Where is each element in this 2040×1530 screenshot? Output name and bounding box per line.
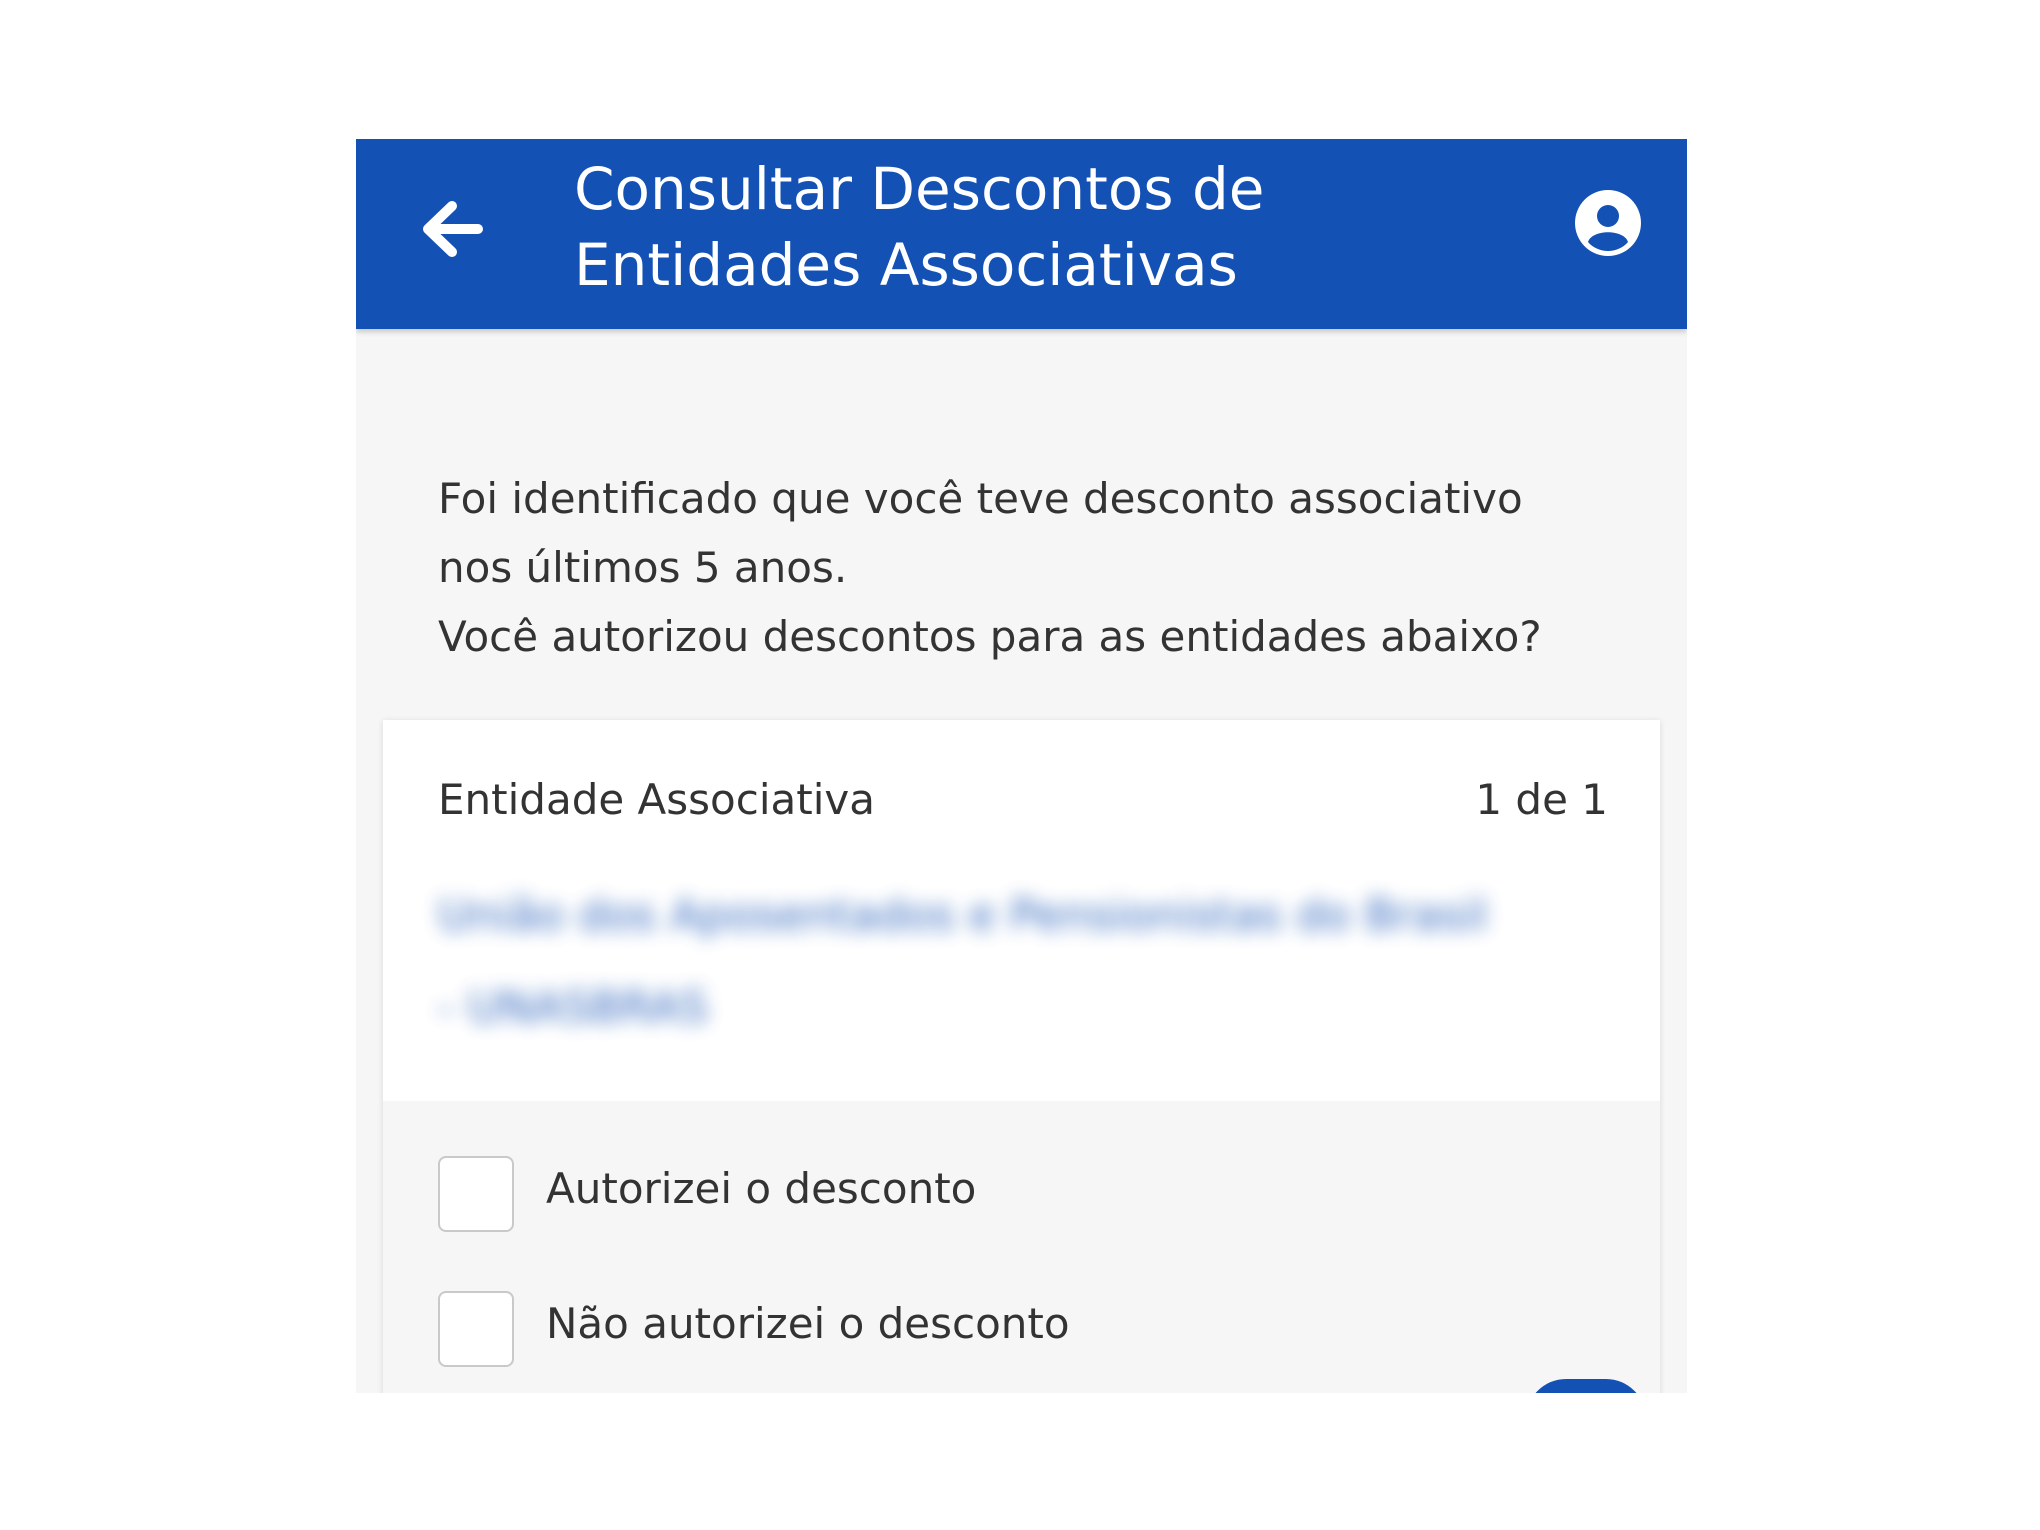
entity-name: União dos Aposentados e Pensionistas do … <box>438 890 1488 1033</box>
checkbox-not-authorized[interactable] <box>438 1291 514 1367</box>
page-title: Consultar Descontos de Entidades Associa… <box>574 155 1265 299</box>
authorization-options: Autorizei o desconto Não autorizei o des… <box>383 1101 1660 1393</box>
app-header: Consultar Descontos de Entidades Associa… <box>356 139 1687 329</box>
card-header: Entidade Associativa 1 de 1 <box>438 775 1608 835</box>
option-label: Autorizei o desconto <box>546 1164 977 1213</box>
user-profile-button[interactable] <box>1574 189 1642 257</box>
intro-line-3: Você autorizou descontos para as entidad… <box>438 612 1542 661</box>
intro-line-2: nos últimos 5 anos. <box>438 543 848 592</box>
checkbox-authorized[interactable] <box>438 1156 514 1232</box>
back-button[interactable] <box>412 189 492 269</box>
arrow-left-icon <box>423 201 483 257</box>
user-circle-icon <box>1575 190 1641 256</box>
card-counter: 1 de 1 <box>1475 775 1608 824</box>
app-screen: Consultar Descontos de Entidades Associa… <box>356 139 1687 1393</box>
intro-line-1: Foi identificado que você teve desconto … <box>438 474 1523 523</box>
option-label: Não autorizei o desconto <box>546 1299 1070 1348</box>
entity-card: Entidade Associativa 1 de 1 União dos Ap… <box>383 720 1660 1393</box>
card-label: Entidade Associativa <box>438 775 875 824</box>
intro-text: Foi identificado que você teve desconto … <box>438 464 1618 671</box>
